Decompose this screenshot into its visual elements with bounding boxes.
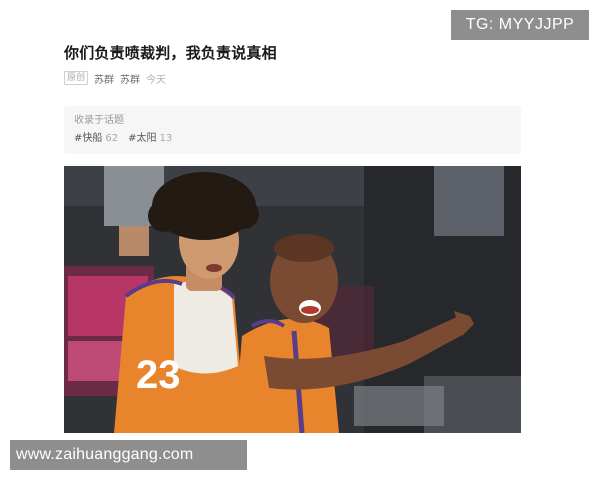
watermark-tg: TG: MYYJJPP	[451, 10, 589, 40]
jersey-number: 23	[136, 353, 181, 397]
publish-time: 今天	[146, 74, 167, 86]
topic-name: #快船	[74, 133, 103, 144]
topic-list: #快船 62 #太阳 13	[74, 132, 511, 145]
topics-label: 收录于话题	[74, 115, 124, 126]
basketball-players-illustration: 23	[64, 166, 521, 433]
article-title: 你们负责喷裁判，我负责说真相	[64, 44, 277, 62]
watermark-site: www.zaihuanggang.com	[10, 440, 247, 470]
topic-item-taiyang[interactable]: #太阳 13	[128, 132, 172, 145]
original-tag: 原创	[64, 71, 89, 85]
topic-name: #太阳	[128, 133, 157, 144]
topic-count: 13	[159, 133, 173, 144]
topic-item-kuaichuan[interactable]: #快船 62	[74, 132, 118, 145]
author-name[interactable]: 苏群	[94, 71, 114, 86]
account-name[interactable]: 苏群	[120, 71, 140, 86]
topic-count: 62	[105, 133, 119, 144]
article-photo[interactable]: 23	[64, 166, 521, 433]
article-meta: 原创 苏群 苏群 今天	[64, 70, 166, 86]
topics-box: 收录于话题 #快船 62 #太阳 13	[64, 106, 521, 154]
